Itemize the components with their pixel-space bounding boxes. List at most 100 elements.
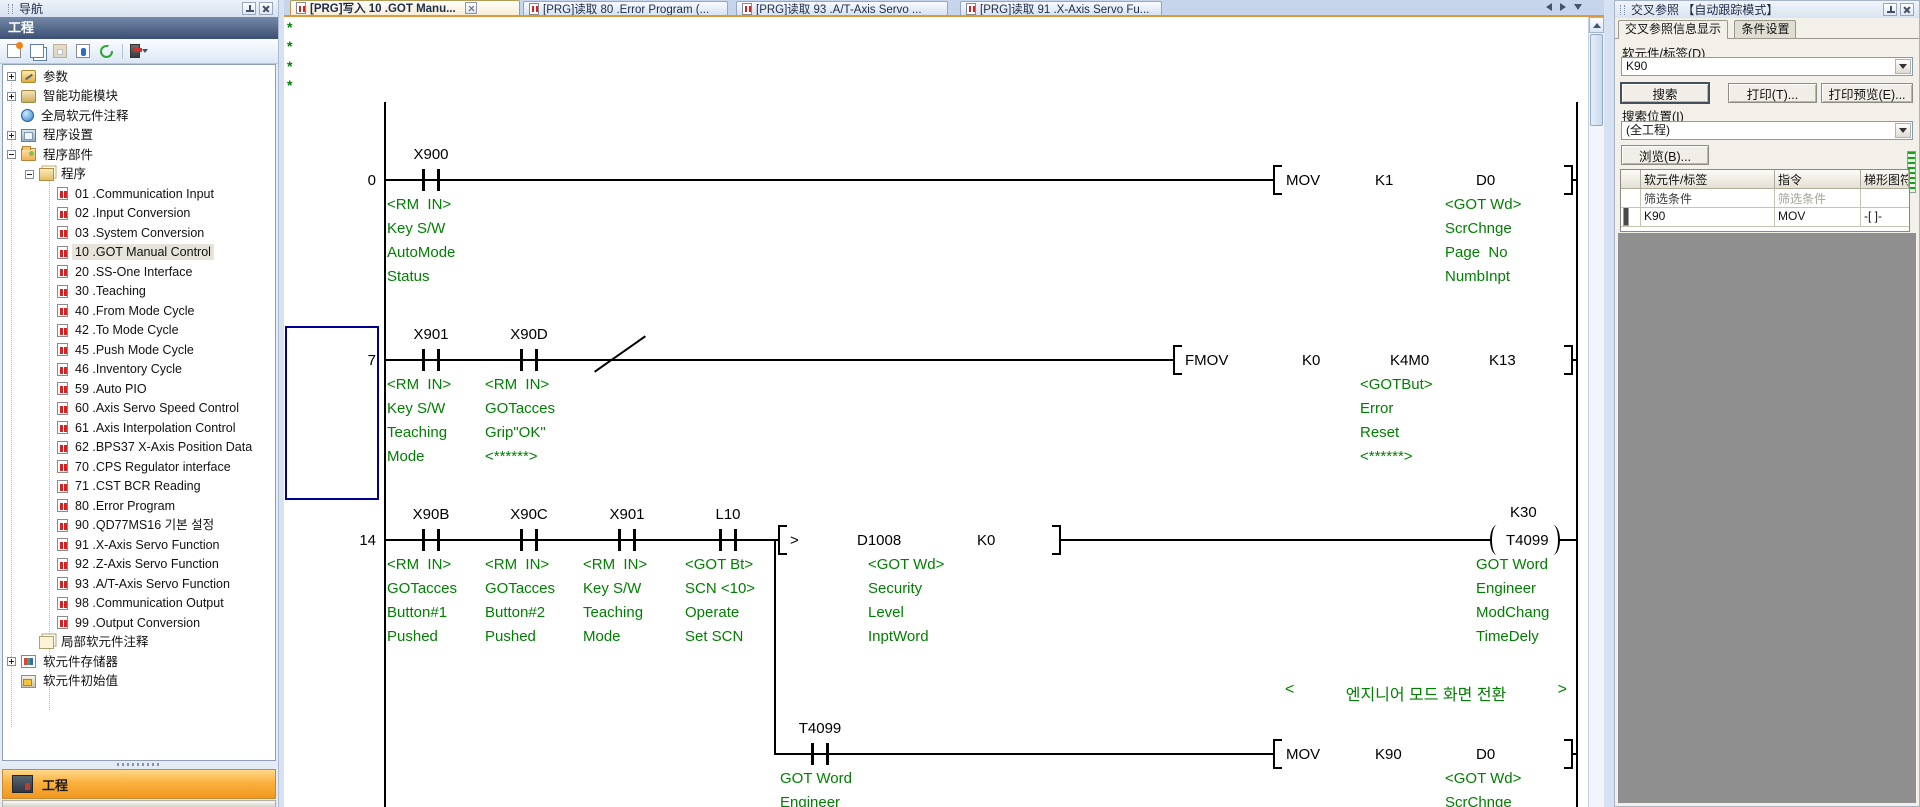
contact-symbol[interactable] — [422, 529, 440, 551]
contact-device-label[interactable]: X900 — [386, 146, 476, 163]
docked-tab-partial[interactable] — [2, 800, 276, 807]
browse-button[interactable]: 浏览(B)... — [1621, 145, 1709, 165]
compare-operator[interactable]: > — [790, 532, 799, 549]
copy-button[interactable] — [27, 41, 47, 61]
tree-item-device-initial-value[interactable]: 软元件初始值 — [3, 672, 275, 692]
instruction-operand[interactable]: K90 — [1375, 746, 1402, 763]
tree-item-program-file[interactable]: 92 .Z-Axis Servo Function — [3, 555, 275, 575]
contact-symbol[interactable] — [719, 529, 737, 551]
close-icon[interactable] — [259, 2, 273, 15]
contact-device-label[interactable]: L10 — [683, 506, 773, 523]
drag-grip-icon[interactable] — [8, 4, 13, 14]
instruction-operand[interactable]: K13 — [1489, 352, 1516, 369]
filter-cell[interactable] — [1621, 189, 1641, 208]
close-icon[interactable] — [1900, 3, 1914, 16]
pin-icon[interactable] — [242, 2, 256, 15]
contact-symbol[interactable] — [811, 743, 829, 765]
tree-item-parameter[interactable]: 参数 — [3, 67, 275, 87]
expand-plus-icon[interactable] — [7, 72, 16, 81]
search-location-combobox[interactable]: (全工程) — [1621, 121, 1913, 140]
instruction-operand[interactable]: K0 — [1302, 352, 1320, 369]
scroll-right-icon[interactable] — [1560, 3, 1566, 11]
tree-item-program[interactable]: 程序 — [3, 165, 275, 185]
contact-device-label[interactable]: X90D — [484, 326, 574, 343]
tree-item-program-file[interactable]: 45 .Push Mode Cycle — [3, 340, 275, 360]
table-header-instruction[interactable]: 指令 — [1775, 170, 1861, 189]
contact-device-label[interactable]: X90C — [484, 506, 574, 523]
expand-minus-icon[interactable] — [25, 170, 34, 179]
compare-operand[interactable]: K0 — [977, 532, 995, 549]
tree-item-device-memory[interactable]: 软元件存储器 — [3, 652, 275, 672]
contact-symbol[interactable] — [618, 529, 636, 551]
tab-xref-info[interactable]: 交叉参照信息显示 — [1618, 20, 1728, 39]
scroll-left-icon[interactable] — [1546, 3, 1552, 11]
contact-device-label[interactable]: X901 — [386, 326, 476, 343]
instruction-name[interactable]: MOV — [1286, 746, 1320, 763]
chevron-down-icon[interactable] — [1895, 59, 1911, 74]
tree-item-program-file[interactable]: 30 .Teaching — [3, 282, 275, 302]
tree-item-program-file-selected[interactable]: 10 .GOT Manual Control — [3, 243, 275, 263]
print-preview-button[interactable]: 打印预览(E)... — [1821, 83, 1913, 103]
tree-item-program-file[interactable]: 62 .BPS37 X-Axis Position Data — [3, 438, 275, 458]
tree-item-program-file[interactable]: 60 .Axis Servo Speed Control — [3, 399, 275, 419]
tree-item-program-file[interactable]: 02 .Input Conversion — [3, 204, 275, 224]
instruction-operand[interactable]: D0 — [1476, 172, 1495, 189]
contact-symbol[interactable] — [520, 529, 538, 551]
rung-number[interactable]: 0 — [326, 172, 376, 189]
coil-device[interactable]: T4099 — [1506, 532, 1549, 549]
scrollbar-thumb[interactable] — [1590, 34, 1603, 126]
tab-at-axis-servo[interactable]: [PRG]读取 93 .A/T-Axis Servo ... — [736, 1, 948, 15]
tree-item-program-file[interactable]: 99 .Output Conversion — [3, 613, 275, 633]
drag-grip-icon[interactable] — [1620, 5, 1625, 15]
compare-operand[interactable]: D1008 — [857, 532, 901, 549]
contact-device-label[interactable]: X901 — [582, 506, 672, 523]
tree-item-program-file[interactable]: 61 .Axis Interpolation Control — [3, 418, 275, 438]
ladder-canvas[interactable]: * * * * 0 X900 <RM IN> Key S/W AutoMode … — [284, 17, 1588, 807]
filter-cell-instruction[interactable]: 筛选条件 — [1775, 189, 1861, 208]
tree-item-program-file[interactable]: 59 .Auto PIO — [3, 379, 275, 399]
pin-icon[interactable] — [1883, 3, 1897, 16]
tree-item-program-file[interactable]: 03 .System Conversion — [3, 223, 275, 243]
tree-item-program-file[interactable]: 93 .A/T-Axis Servo Function — [3, 574, 275, 594]
instruction-name[interactable]: FMOV — [1185, 352, 1228, 369]
expand-plus-icon[interactable] — [7, 131, 16, 140]
scrollbar-up-button[interactable] — [1589, 17, 1604, 33]
property-button[interactable] — [73, 41, 93, 61]
tree-item-pou[interactable]: 程序部件 — [3, 145, 275, 165]
tree-item-program-file[interactable]: 91 .X-Axis Servo Function — [3, 535, 275, 555]
tab-close-icon[interactable] — [465, 2, 477, 14]
contact-device-label[interactable]: T4099 — [775, 720, 865, 737]
chevron-down-icon[interactable] — [1895, 123, 1911, 138]
tree-item-program-file[interactable]: 42 .To Mode Cycle — [3, 321, 275, 341]
device-combobox[interactable]: K90 — [1621, 57, 1913, 76]
tree-item-program-file[interactable]: 20 .SS-One Interface — [3, 262, 275, 282]
filter-cell-symbol[interactable] — [1861, 189, 1909, 208]
tree-item-program-file[interactable]: 40 .From Mode Cycle — [3, 301, 275, 321]
table-row[interactable]: K90 MOV -[ ]- — [1621, 208, 1909, 227]
filter-cell-device[interactable]: 筛选条件 — [1641, 189, 1775, 208]
instruction-name[interactable]: MOV — [1286, 172, 1320, 189]
expand-minus-icon[interactable] — [7, 150, 16, 159]
tree-item-global-comment[interactable]: 全局软元件注释 — [3, 106, 275, 126]
tree-item-program-file[interactable]: 71 .CST BCR Reading — [3, 477, 275, 497]
contact-symbol[interactable] — [520, 349, 538, 371]
instruction-operand[interactable]: K1 — [1375, 172, 1393, 189]
tree-item-program-setting[interactable]: 程序设置 — [3, 126, 275, 146]
table-header-symbol[interactable]: 梯形图符 — [1861, 170, 1909, 189]
tab-condition-setting[interactable]: 条件设置 — [1734, 20, 1796, 38]
new-item-button[interactable] — [4, 41, 24, 61]
instruction-operand[interactable]: D0 — [1476, 746, 1495, 763]
contact-symbol[interactable] — [422, 349, 440, 371]
timer-preset[interactable]: K30 — [1510, 504, 1537, 521]
search-button[interactable]: 搜索 — [1621, 83, 1709, 103]
tab-x-axis-servo[interactable]: [PRG]读取 91 .X-Axis Servo Fu... — [960, 1, 1162, 15]
tree-item-program-file[interactable]: 98 .Communication Output — [3, 594, 275, 614]
tree-item-local-comment[interactable]: 局部软元件注释 — [3, 633, 275, 653]
tab-list-icon[interactable] — [1574, 4, 1582, 10]
tree-item-program-file[interactable]: 80 .Error Program — [3, 496, 275, 516]
expand-plus-icon[interactable] — [7, 92, 16, 101]
tree-item-program-file[interactable]: 01 .Communication Input — [3, 184, 275, 204]
tree-item-intelligent-module[interactable]: 智能功能模块 — [3, 87, 275, 107]
sort-filter-button[interactable] — [129, 41, 149, 61]
tab-got-manual-control[interactable]: [PRG]写入 10 .GOT Manu... — [290, 0, 520, 15]
